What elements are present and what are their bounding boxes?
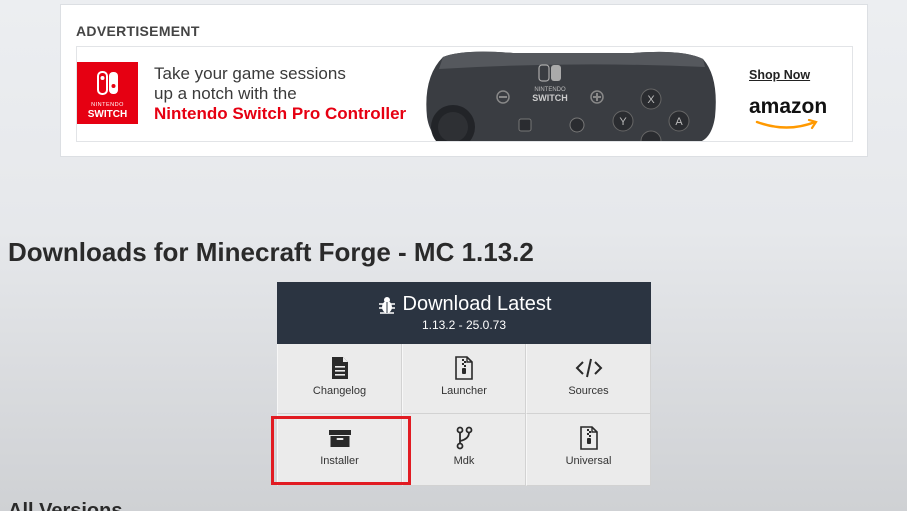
shop-now-link[interactable]: Shop Now	[749, 68, 810, 82]
bug-icon	[378, 296, 395, 314]
nintendo-switch-logo: NINTENDO SWITCH	[77, 62, 138, 124]
ad-banner[interactable]: NINTENDO SWITCH Take your game sessions …	[76, 46, 853, 142]
code-icon	[575, 358, 602, 378]
advertisement: ADVERTISEMENT NINTENDO SWITCH Take your …	[60, 4, 868, 157]
sources-label: Sources	[568, 385, 609, 397]
launcher-button[interactable]: Launcher	[402, 344, 526, 414]
changelog-label: Changelog	[312, 385, 367, 397]
pro-controller-image: NINTENDO SWITCH X A Y	[426, 51, 716, 141]
all-versions-heading: All Versions	[8, 500, 123, 511]
zip-file-icon	[455, 356, 473, 380]
svg-text:X: X	[647, 94, 655, 106]
brand-big-text: SWITCH	[87, 109, 128, 120]
ad-copy: Take your game sessions up a notch with …	[154, 64, 406, 124]
ad-line-2: up a notch with the	[154, 84, 297, 103]
mdk-button[interactable]: Mdk	[402, 414, 526, 486]
download-latest-label: Download Latest	[402, 293, 552, 315]
zip-file-icon	[579, 426, 598, 450]
amazon-smile-icon	[755, 119, 818, 130]
ad-line-3: Nintendo Switch Pro Controller	[154, 104, 407, 123]
changelog-button[interactable]: Changelog	[277, 344, 402, 414]
mdk-label: Mdk	[453, 455, 475, 467]
svg-text:A: A	[675, 116, 683, 128]
launcher-label: Launcher	[441, 385, 487, 397]
download-latest-version: 1.13.2 - 25.0.73	[421, 318, 507, 332]
universal-label: Universal	[565, 455, 612, 467]
document-icon	[331, 357, 348, 379]
brand-small-text: NINTENDO	[91, 102, 124, 108]
page-title: Downloads for Minecraft Forge - MC 1.13.…	[8, 237, 534, 267]
ad-line-1: Take your game sessions	[154, 64, 346, 83]
controller-brand-big: SWITCH	[532, 93, 568, 103]
ad-label: ADVERTISEMENT	[76, 23, 200, 39]
sources-button[interactable]: Sources	[526, 344, 651, 414]
svg-text:Y: Y	[619, 116, 627, 128]
download-latest-button[interactable]: Download Latest 1.13.2 - 25.0.73	[277, 282, 651, 344]
amazon-logo: amazon	[749, 95, 828, 118]
branch-icon	[456, 426, 473, 450]
installer-highlight-box	[271, 416, 411, 485]
universal-button[interactable]: Universal	[526, 414, 651, 486]
switch-logo-icon	[96, 71, 118, 95]
